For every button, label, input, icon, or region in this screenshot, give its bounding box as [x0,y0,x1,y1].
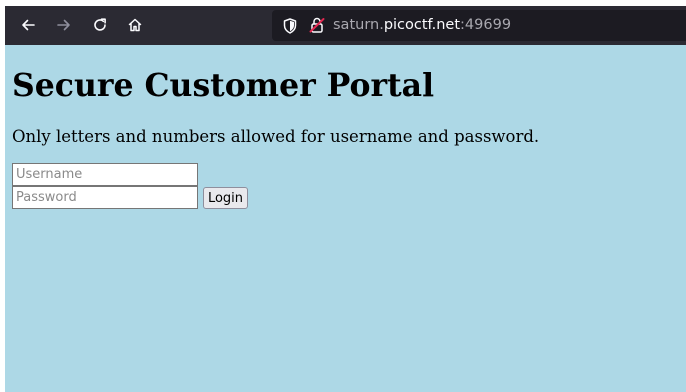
url-host: picoctf.net [383,17,461,33]
url-port: :49699 [460,17,512,33]
screen: saturn.picoctf.net:49699 Secure Customer… [0,0,686,392]
shield-icon[interactable] [281,17,299,35]
login-button[interactable]: Login [203,187,248,209]
username-input[interactable] [12,163,198,186]
reload-button[interactable] [88,13,112,37]
password-input[interactable] [12,186,198,209]
page-title: Secure Customer Portal [12,67,435,104]
page-content: Secure Customer Portal Only letters and … [5,45,686,392]
back-arrow-icon [20,17,36,33]
forward-arrow-icon [56,17,72,33]
back-button[interactable] [16,13,40,37]
lock-insecure-icon[interactable] [308,16,326,34]
browser-toolbar: saturn.picoctf.net:49699 [5,6,686,45]
url-subdomain: saturn. [333,17,384,33]
url-text: saturn.picoctf.net:49699 [333,16,511,35]
instructions-text: Only letters and numbers allowed for use… [12,127,540,146]
forward-button[interactable] [52,13,76,37]
home-icon [127,17,143,33]
home-button[interactable] [123,13,147,37]
address-bar[interactable]: saturn.picoctf.net:49699 [272,10,686,41]
reload-icon [92,17,108,33]
